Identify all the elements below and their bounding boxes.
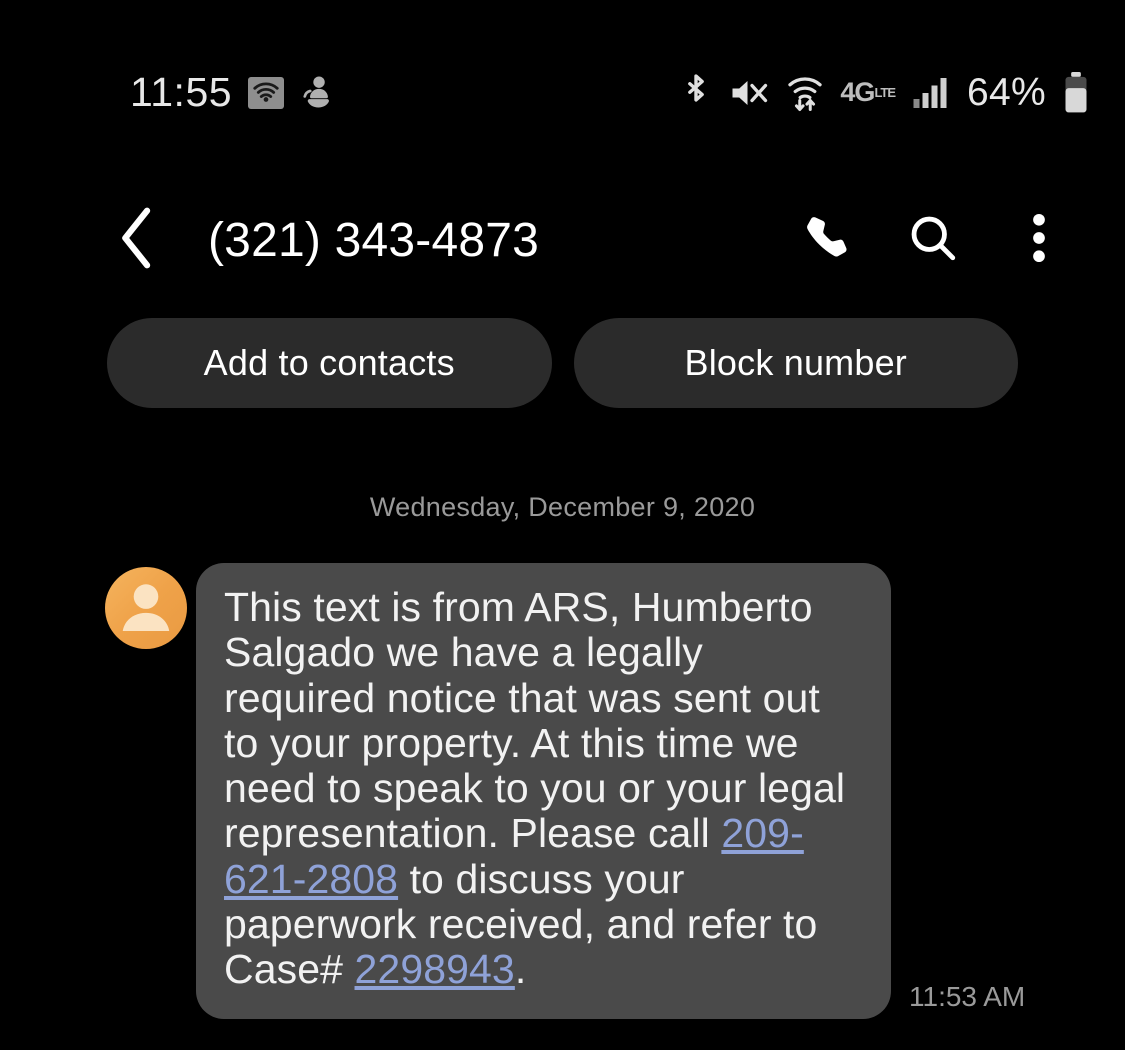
search-button[interactable] <box>907 214 959 266</box>
case-number-link[interactable]: 2298943 <box>355 946 515 992</box>
battery-icon <box>1063 71 1089 114</box>
chevron-left-icon <box>118 207 158 274</box>
message-text-part-3: . <box>514 946 527 993</box>
bluetooth-icon <box>681 73 711 113</box>
overflow-menu-icon <box>1032 212 1046 269</box>
wifi-data-transfer-icon <box>787 73 823 113</box>
cellular-signal-icon <box>912 76 948 110</box>
message-bubble[interactable]: This text is from ARS, Humberto Salgado … <box>196 563 891 1019</box>
header-actions <box>801 212 1095 269</box>
conversation-header: (321) 343-4873 <box>0 185 1125 295</box>
add-to-contacts-button[interactable]: Add to contacts <box>107 318 552 408</box>
battery-percent-label: 64% <box>967 70 1046 114</box>
status-bar-left: 11:55 <box>130 69 334 116</box>
status-bar-right: 4G LTE 64% <box>681 71 1089 115</box>
app-notification-icon <box>300 74 334 112</box>
page-title: (321) 343-4873 <box>208 213 540 267</box>
lte-superscript: LTE <box>874 85 896 100</box>
back-button[interactable] <box>110 207 166 268</box>
avatar <box>105 567 187 649</box>
volume-mute-icon <box>728 75 770 111</box>
more-options-button[interactable] <box>1013 212 1065 269</box>
status-clock: 11:55 <box>130 69 233 115</box>
network-type-icon: 4G LTE <box>840 77 896 108</box>
message-row: This text is from ARS, Humberto Salgado … <box>0 563 1125 1019</box>
message-bubble-wrap: This text is from ARS, Humberto Salgado … <box>196 563 1025 1019</box>
wifi-calling-icon <box>248 76 285 109</box>
message-timestamp: 11:53 AM <box>909 980 1026 1012</box>
quick-actions: Add to contacts Block number <box>0 318 1125 408</box>
network-type-label: 4G <box>840 77 875 107</box>
person-icon <box>105 567 187 649</box>
call-button[interactable] <box>801 214 853 266</box>
search-icon <box>908 213 958 268</box>
status-bar: 11:55 4G LTE 64% <box>0 0 1125 185</box>
block-number-button[interactable]: Block number <box>573 318 1018 408</box>
phone-icon <box>801 212 853 269</box>
date-divider: Wednesday, December 9, 2020 <box>369 492 756 522</box>
